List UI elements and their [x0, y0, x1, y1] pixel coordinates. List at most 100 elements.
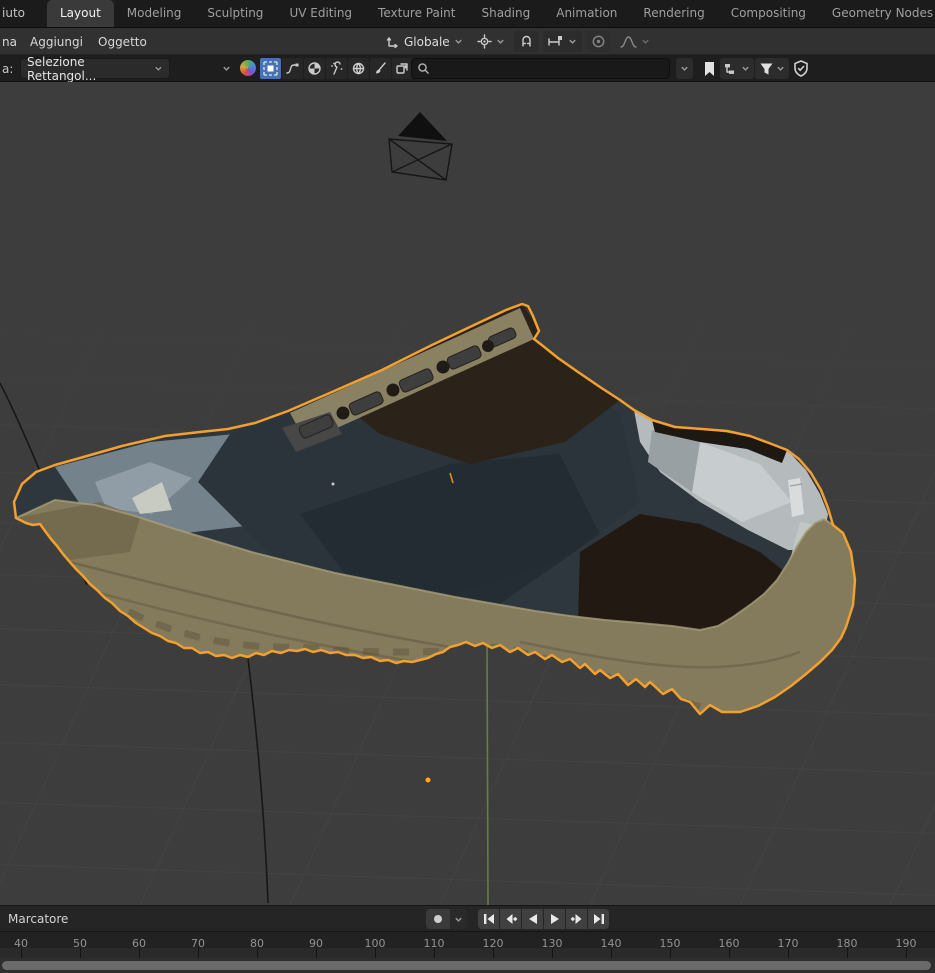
jump-to-start-button[interactable]: [478, 909, 499, 929]
timeline-scrollbar[interactable]: [0, 958, 935, 973]
curve-tool-button[interactable]: [282, 58, 303, 79]
snap-toggle-button[interactable]: [514, 31, 539, 52]
viewport-header-controls: Globale: [381, 31, 655, 52]
frame-tick: [375, 948, 376, 958]
auto-keying-button[interactable]: [426, 909, 450, 929]
proportional-circle-icon: [591, 34, 606, 49]
chevron-down-icon: [454, 37, 463, 46]
search-field[interactable]: [411, 58, 670, 79]
pivot-point-dropdown[interactable]: [472, 31, 510, 52]
tab-sculpting[interactable]: Sculpting: [194, 0, 276, 27]
frame-tick: [434, 948, 435, 958]
globe-icon: [351, 61, 366, 76]
scrollbar-thumb[interactable]: [2, 961, 931, 970]
tab-compositing[interactable]: Compositing: [718, 0, 819, 27]
protect-button[interactable]: [789, 58, 813, 79]
box-select-tool-button[interactable]: [260, 58, 281, 79]
play-button[interactable]: [544, 909, 565, 929]
frame-tick: [906, 948, 907, 958]
shield-check-icon: [793, 60, 809, 77]
play-reverse-icon: [526, 913, 540, 925]
frame-tick: [198, 948, 199, 958]
tool-settings-bar: a: Selezione Rettangol...: [0, 55, 935, 82]
play-reverse-button[interactable]: [522, 909, 543, 929]
falloff-curve-icon: [620, 35, 637, 49]
tab-layout[interactable]: Layout: [47, 0, 114, 27]
tab-geometry-nodes[interactable]: Geometry Nodes: [819, 0, 935, 27]
frame-tick: [847, 948, 848, 958]
brush-tool-button[interactable]: [370, 58, 391, 79]
prev-keyframe-icon: [504, 913, 518, 925]
axis-y-green-line: [487, 642, 488, 905]
grid-line: [0, 864, 935, 896]
tool-mode-label-truncated: a:: [2, 62, 13, 76]
duplicate-tool-button[interactable]: [392, 58, 413, 79]
chevron-down-icon: [776, 64, 785, 73]
chevron-down-icon: [741, 64, 750, 73]
object-origin-dot[interactable]: [425, 777, 431, 783]
orientation-label: Globale: [404, 35, 450, 49]
menu-aggiungi[interactable]: Aggiungi: [22, 28, 91, 55]
prev-keyframe-button[interactable]: [500, 909, 521, 929]
pie-sphere-icon: [307, 61, 322, 76]
spray-icon: [329, 61, 344, 76]
snap-increment-icon: [548, 35, 564, 49]
frame-tick: [80, 948, 81, 958]
menu-aiuto-truncated[interactable]: iuto: [0, 6, 29, 27]
tab-texture-paint[interactable]: Texture Paint: [365, 0, 468, 27]
filter-dropdown[interactable]: [755, 58, 789, 79]
frame-tick: [552, 948, 553, 958]
frame-tick: [729, 948, 730, 958]
menu-oggetto[interactable]: Oggetto: [90, 28, 155, 55]
frame-tick: [316, 948, 317, 958]
menu-marcatore[interactable]: Marcatore: [8, 912, 68, 926]
frame-tick: [670, 948, 671, 958]
transform-orientation-dropdown[interactable]: Globale: [381, 31, 468, 52]
frame-tick: [21, 948, 22, 958]
collapse-chevron-icon[interactable]: [222, 64, 231, 73]
viewport-3d[interactable]: [0, 82, 935, 905]
globe-tool-button[interactable]: [348, 58, 369, 79]
tab-uv-editing[interactable]: UV Editing: [276, 0, 365, 27]
brush-icon: [373, 61, 388, 76]
workspace-tabs: Layout Modeling Sculpting UV Editing Tex…: [47, 0, 935, 27]
active-tool-label: Selezione Rettangol...: [27, 55, 154, 83]
search-icon: [417, 62, 430, 75]
tab-shading[interactable]: Shading: [468, 0, 543, 27]
frame-tick: [611, 948, 612, 958]
chevron-down-icon: [680, 64, 689, 73]
snap-target-dropdown[interactable]: [543, 31, 582, 52]
frame-tick: [257, 948, 258, 958]
tab-animation[interactable]: Animation: [543, 0, 630, 27]
chevron-down-icon: [454, 915, 463, 924]
curve-object-lower[interactable]: [247, 650, 268, 903]
keying-options-dropdown[interactable]: [450, 909, 467, 929]
search-input[interactable]: [430, 62, 650, 76]
next-keyframe-button[interactable]: [566, 909, 587, 929]
proportional-falloff-dropdown[interactable]: [615, 31, 655, 52]
proportional-editing-button[interactable]: [586, 31, 611, 52]
timeline-tick-strip[interactable]: [0, 948, 935, 958]
next-keyframe-icon: [570, 913, 584, 925]
bookmark-button[interactable]: [699, 58, 720, 79]
filter-funnel-icon: [759, 62, 774, 76]
chevron-down-icon: [641, 37, 650, 46]
spray-tool-button[interactable]: [326, 58, 347, 79]
topbar: iuto Layout Modeling Sculpting UV Editin…: [0, 0, 935, 28]
material-preview-ball-icon[interactable]: [240, 60, 256, 76]
display-mode-dropdown[interactable]: [720, 58, 754, 79]
frame-tick: [788, 948, 789, 958]
chevron-down-icon: [496, 37, 505, 46]
camera-object[interactable]: [389, 112, 452, 180]
active-tool-dropdown[interactable]: Selezione Rettangol...: [20, 58, 170, 79]
grid-line: [0, 742, 935, 774]
search-options-dropdown[interactable]: [676, 58, 693, 79]
tab-modeling[interactable]: Modeling: [114, 0, 195, 27]
jump-to-end-button[interactable]: [588, 909, 609, 929]
frame-tick: [493, 948, 494, 958]
shading-sphere-button[interactable]: [304, 58, 325, 79]
chevron-down-icon: [568, 37, 577, 46]
box-select-icon: [263, 61, 278, 76]
tab-rendering[interactable]: Rendering: [630, 0, 717, 27]
viewport-header: na Aggiungi Oggetto Globale: [0, 28, 935, 55]
